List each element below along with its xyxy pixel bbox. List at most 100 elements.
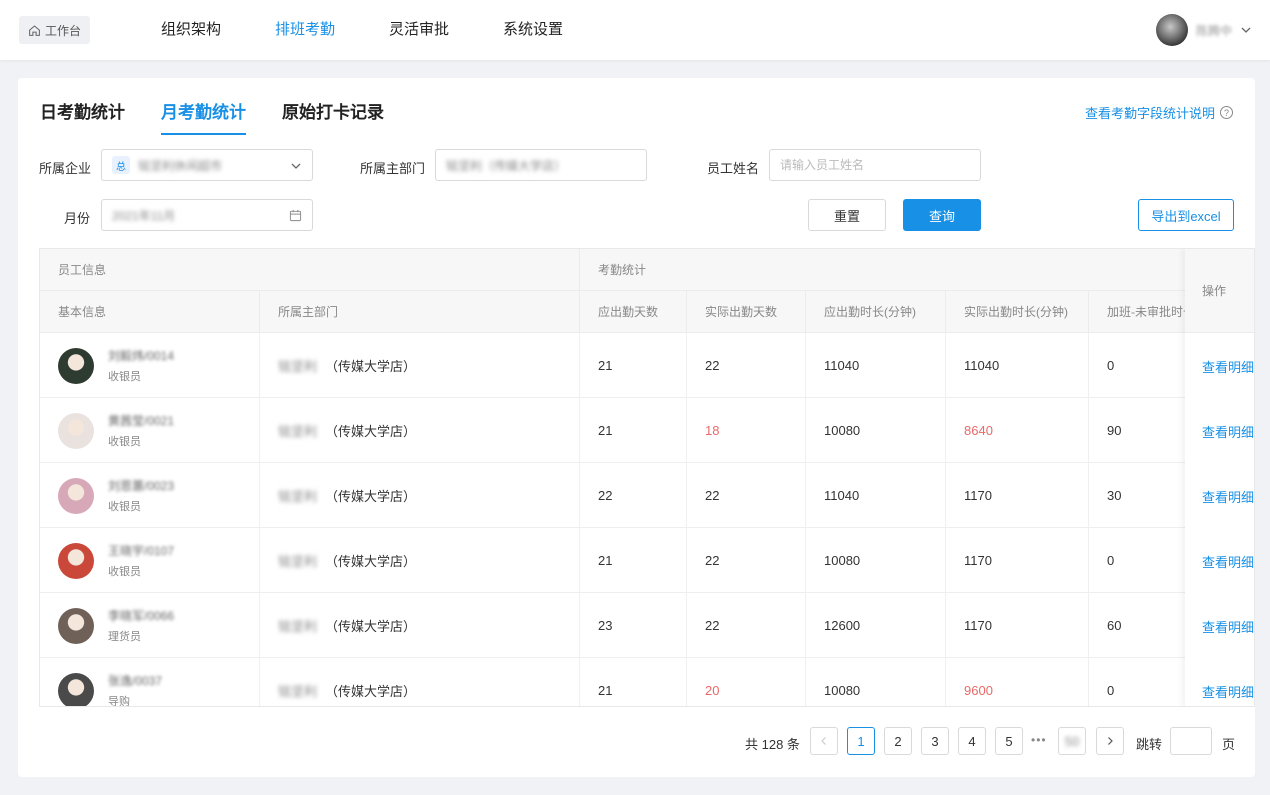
main-nav: 组织架构 排班考勤 灵活审批 系统设置 (161, 0, 617, 60)
name-label: 员工姓名 (707, 161, 760, 176)
view-detail-link[interactable]: 查看明细 (1202, 552, 1254, 571)
tab-daily[interactable]: 日考勤统计 (40, 98, 125, 135)
col-header-basic: 基本信息 (40, 291, 260, 333)
dept-name: 铭坚利 (278, 489, 318, 504)
top-bar: 工作台 组织架构 排班考勤 灵活审批 系统设置 陈腾中 (0, 0, 1270, 60)
chevron-left-icon (821, 737, 826, 745)
view-detail-link[interactable]: 查看明细 (1202, 682, 1254, 701)
min-due-cell: 11040 (806, 333, 946, 398)
name-field[interactable] (769, 149, 981, 181)
avatar (1155, 14, 1188, 46)
tab-bar: 日考勤统计 月考勤统计 原始打卡记录 (40, 98, 384, 135)
help-link[interactable]: 查看考勤字段统计说明 ? (1085, 103, 1233, 122)
avatar (58, 542, 94, 579)
prev-page-button[interactable] (810, 727, 838, 755)
min-actual-cell: 11040 (946, 333, 1089, 398)
last-page-button[interactable]: 50 (1058, 727, 1086, 755)
employee-text: 李晓军/0066 理货员 (108, 607, 174, 644)
jump-page-input[interactable] (1170, 727, 1212, 755)
employee-name: 王晓宇/0107 (108, 544, 175, 558)
dept-branch: （传媒大学店） (325, 424, 417, 439)
tab-monthly[interactable]: 月考勤统计 (161, 98, 246, 135)
view-detail-link[interactable]: 查看明细 (1202, 422, 1254, 441)
employee-info: 王晓宇/0107 收银员 (58, 542, 174, 579)
dept-name: 铭坚利 (278, 554, 318, 569)
group-header-employee: 员工信息 (40, 249, 580, 291)
table-row: 刘毅炜/0014 收银员 铭坚利 （传媒大学店） 21 22 11040 11040 0 (40, 333, 1254, 398)
pagination: 共 128 条 1 2 3 4 5 ••• 50 跳转 页 (18, 727, 1255, 757)
dept-text: 铭坚利 （传媒大学店） (278, 551, 416, 570)
page-1-button[interactable]: 1 (847, 727, 875, 755)
tab-raw-records[interactable]: 原始打卡记录 (282, 98, 384, 135)
query-button[interactable]: 查询 (903, 199, 981, 231)
home-label: 工作台 (44, 23, 81, 38)
days-due-cell: 23 (580, 593, 687, 658)
home-button[interactable]: 工作台 (19, 16, 90, 44)
dept-branch: （传媒大学店） (325, 684, 417, 699)
employee-info: 张逸/0037 导购 (58, 672, 162, 706)
avatar (58, 477, 94, 514)
view-detail-link[interactable]: 查看明细 (1202, 487, 1254, 506)
export-excel-button[interactable]: 导出到excel (1138, 199, 1234, 231)
avatar (58, 347, 94, 384)
dept-text: 铭坚利 （传媒大学店） (278, 421, 416, 440)
chevron-right-icon (1108, 737, 1113, 745)
dept-name: 铭坚利 (278, 619, 318, 634)
dept-name: 铭坚利 (278, 684, 318, 699)
dept-text: 铭坚利 （传媒大学店） (278, 616, 416, 635)
dept-cell: 铭坚利 （传媒大学店） (260, 593, 580, 658)
nav-settings[interactable]: 系统设置 (503, 0, 563, 60)
col-header-min-actual: 实际出勤时长(分钟) (946, 291, 1089, 333)
nav-org[interactable]: 组织架构 (161, 0, 221, 60)
table-row: 张逸/0037 导购 铭坚利 （传媒大学店） 21 20 10080 9600 0 (40, 658, 1254, 706)
ellipsis-icon[interactable]: ••• (1031, 733, 1047, 747)
page-4-button[interactable]: 4 (958, 727, 986, 755)
page-2-button[interactable]: 2 (884, 727, 912, 755)
page-3-button[interactable]: 3 (921, 727, 949, 755)
employee-info: 黄茜莹/0021 收银员 (58, 412, 174, 449)
month-picker[interactable]: 2021年11月 (101, 199, 313, 231)
dept-select[interactable]: 铭坚利（传媒大学店） (435, 149, 647, 181)
employee-role: 收银员 (108, 566, 141, 578)
col-header-operation: 操作 (1185, 249, 1254, 333)
home-icon (29, 24, 40, 36)
main-card: 日考勤统计 月考勤统计 原始打卡记录 查看考勤字段统计说明 ? 所属企业 总 铭… (18, 78, 1255, 777)
basic-info-cell: 刘恩蕙/0023 收银员 (40, 463, 260, 528)
basic-info-cell: 王晓宇/0107 收银员 (40, 528, 260, 593)
view-detail-link[interactable]: 查看明细 (1202, 617, 1254, 636)
user-menu[interactable]: 陈腾中 (1155, 14, 1252, 46)
col-header-dept: 所属主部门 (260, 291, 580, 333)
calendar-icon (289, 209, 302, 222)
month-label: 月份 (64, 211, 91, 226)
days-actual-cell: 22 (687, 593, 806, 658)
dept-branch: （传媒大学店） (325, 489, 417, 504)
nav-approval[interactable]: 灵活审批 (389, 0, 449, 60)
view-detail-link[interactable]: 查看明细 (1202, 357, 1254, 376)
days-due-cell: 21 (580, 658, 687, 706)
days-actual-cell: 22 (687, 333, 806, 398)
employee-info: 李晓军/0066 理货员 (58, 607, 174, 644)
next-page-button[interactable] (1096, 727, 1124, 755)
name-input[interactable] (780, 158, 970, 172)
page-unit-label: 页 (1222, 737, 1236, 752)
user-name: 陈腾中 (1195, 23, 1232, 38)
dept-cell: 铭坚利 （传媒大学店） (260, 398, 580, 463)
attendance-table: 员工信息 考勤统计 基本信息 所属主部门 应出勤天数 实际出勤天数 应出勤时长(… (39, 248, 1255, 707)
employee-role: 收银员 (108, 436, 141, 448)
table-row: 刘恩蕙/0023 收银员 铭坚利 （传媒大学店） 22 22 11040 1170 30 (40, 463, 1254, 528)
employee-role: 收银员 (108, 371, 141, 383)
basic-info-cell: 刘毅炜/0014 收银员 (40, 333, 260, 398)
question-icon: ? (1220, 106, 1233, 119)
dept-name: 铭坚利 (278, 359, 318, 374)
min-due-cell: 10080 (806, 658, 946, 706)
days-actual-cell: 18 (687, 398, 806, 463)
employee-name: 刘毅炜/0014 (108, 349, 175, 363)
dept-cell: 铭坚利 （传媒大学店） (260, 333, 580, 398)
page-5-button[interactable]: 5 (995, 727, 1023, 755)
company-select[interactable]: 总 铭坚利休闲超市 (101, 149, 313, 181)
reset-button[interactable]: 重置 (808, 199, 886, 231)
company-label: 所属企业 (39, 161, 92, 176)
nav-attendance[interactable]: 排班考勤 (275, 0, 335, 60)
employee-name: 李晓军/0066 (108, 609, 175, 623)
company-badge: 总 (112, 156, 130, 174)
